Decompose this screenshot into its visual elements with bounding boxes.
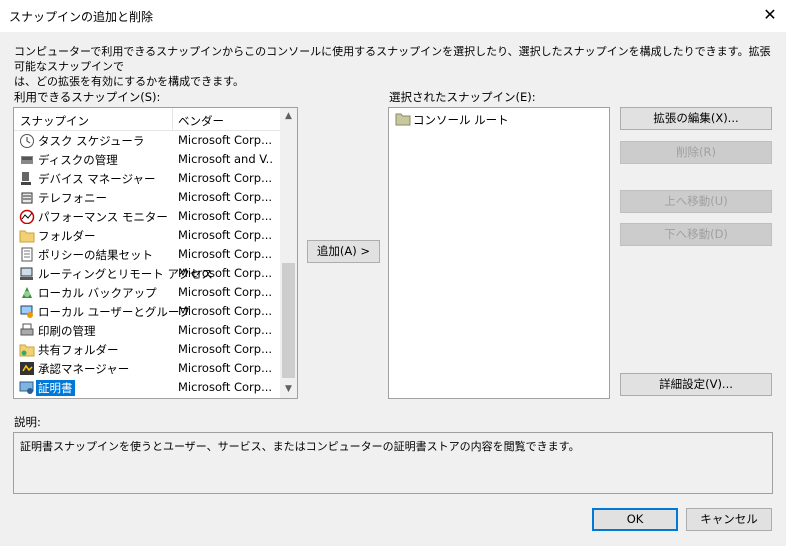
snapin-row[interactable]: 証明書 Microsoft Corp... <box>14 378 280 397</box>
snapin-row[interactable]: 印刷の管理 Microsoft Corp... <box>14 321 280 340</box>
snapin-vendor: Microsoft Corp... <box>178 342 273 356</box>
snapin-row[interactable]: フォルダー Microsoft Corp... <box>14 226 280 245</box>
snapin-row[interactable]: ポリシーの結果セット Microsoft Corp... <box>14 245 280 264</box>
intro-text: コンピューターで利用できるスナップインからこのコンソールに使用するスナップインを… <box>14 45 771 88</box>
snapin-name: パフォーマンス モニター <box>38 210 168 224</box>
disk-management-icon <box>19 152 35 167</box>
snapin-row[interactable]: ルーティングとリモート アクセス Microsoft Corp... <box>14 264 280 283</box>
description-box: 証明書スナップインを使うとユーザー、サービス、またはコンピューターの証明書ストア… <box>13 432 773 494</box>
available-snapins-label: 利用できるスナップイン(S): <box>14 90 161 104</box>
snapin-vendor: Microsoft and V... <box>178 152 274 166</box>
cancel-button[interactable]: キャンセル <box>686 508 772 531</box>
snapin-name: テレフォニー <box>38 191 107 205</box>
users-groups-icon <box>19 304 35 319</box>
ok-button[interactable]: OK <box>592 508 678 531</box>
scroll-thumb[interactable] <box>282 263 295 378</box>
snapin-vendor: Microsoft Corp... <box>178 171 273 185</box>
selected-snapins-list[interactable]: コンソール ルート <box>388 107 610 399</box>
telephony-icon <box>19 190 35 205</box>
vertical-scrollbar[interactable]: ▲ ▼ <box>280 108 297 398</box>
remove-button[interactable]: 削除(R) <box>620 141 772 164</box>
snapin-name: 印刷の管理 <box>38 324 96 338</box>
snapin-name: 共有フォルダー <box>38 343 119 357</box>
selected-snapins-label: 選択されたスナップイン(E): <box>389 90 536 104</box>
snapin-vendor: Microsoft Corp... <box>178 380 273 394</box>
snapin-row[interactable]: ディスクの管理 Microsoft and V... <box>14 150 280 169</box>
policy-document-icon <box>19 247 35 262</box>
snapin-name: 証明書 <box>36 380 75 396</box>
authorization-manager-icon <box>19 361 35 376</box>
snapin-name: ローカル ユーザーとグループ <box>38 305 191 319</box>
folder-icon <box>19 228 35 243</box>
snapin-row[interactable]: 承認マネージャー Microsoft Corp... <box>14 359 280 378</box>
move-down-button[interactable]: 下へ移動(D) <box>620 223 772 246</box>
snapin-row[interactable]: テレフォニー Microsoft Corp... <box>14 188 280 207</box>
snapin-name: タスク スケジューラ <box>38 134 145 148</box>
routing-icon <box>19 266 35 281</box>
snapin-name: デバイス マネージャー <box>38 172 156 186</box>
advanced-button[interactable]: 詳細設定(V)... <box>620 373 772 396</box>
scroll-up-icon[interactable]: ▲ <box>280 108 297 125</box>
snapin-row[interactable]: ローカル バックアップ Microsoft Corp... <box>14 283 280 302</box>
available-snapins-list[interactable]: スナップイン ベンダー タスク スケジューラ Microsoft Corp... デ… <box>13 107 298 399</box>
column-header-snapin[interactable]: スナップイン <box>20 113 89 129</box>
snapin-vendor: Microsoft Corp... <box>178 304 273 318</box>
snapin-row[interactable]: ローカル ユーザーとグループ Microsoft Corp... <box>14 302 280 321</box>
snapin-name: ポリシーの結果セット <box>38 248 153 262</box>
console-root-folder-icon <box>395 111 411 126</box>
snapin-row[interactable]: タスク スケジューラ Microsoft Corp... <box>14 131 280 150</box>
snapin-name: ディスクの管理 <box>38 153 118 167</box>
snapin-name: ローカル バックアップ <box>38 286 157 300</box>
backup-icon <box>19 285 35 300</box>
edit-extensions-button[interactable]: 拡張の編集(X)... <box>620 107 772 130</box>
performance-monitor-icon <box>19 209 35 225</box>
console-root-item[interactable]: コンソール ルート <box>413 112 509 128</box>
printer-icon <box>19 323 35 338</box>
snapin-vendor: Microsoft Corp... <box>178 285 273 299</box>
move-up-button[interactable]: 上へ移動(U) <box>620 190 772 213</box>
certificate-icon <box>19 380 35 395</box>
shared-folder-icon <box>19 342 35 357</box>
device-manager-icon <box>19 171 35 186</box>
close-icon[interactable]: ✕ <box>758 2 782 28</box>
snapin-name: 承認マネージャー <box>38 362 130 376</box>
snapin-row[interactable]: パフォーマンス モニター Microsoft Corp... <box>14 207 280 226</box>
column-header-vendor[interactable]: ベンダー <box>178 113 224 129</box>
snapin-vendor: Microsoft Corp... <box>178 361 273 375</box>
snapin-vendor: Microsoft Corp... <box>178 323 273 337</box>
snapin-vendor: Microsoft Corp... <box>178 133 273 147</box>
window-title: スナップインの追加と削除 <box>9 10 154 24</box>
description-label: 説明: <box>14 415 41 429</box>
snapin-vendor: Microsoft Corp... <box>178 209 273 223</box>
snapin-name: フォルダー <box>38 229 96 243</box>
scroll-down-icon[interactable]: ▼ <box>280 381 297 398</box>
add-button[interactable]: 追加(A) > <box>307 240 380 263</box>
clock-icon <box>19 133 35 148</box>
snapin-row[interactable]: デバイス マネージャー Microsoft Corp... <box>14 169 280 188</box>
snapin-vendor: Microsoft Corp... <box>178 190 273 204</box>
list-header: スナップイン ベンダー <box>14 108 280 131</box>
column-divider[interactable] <box>172 108 173 130</box>
snapin-vendor: Microsoft Corp... <box>178 266 273 280</box>
snapin-vendor: Microsoft Corp... <box>178 228 273 242</box>
snapin-vendor: Microsoft Corp... <box>178 247 273 261</box>
snapin-row[interactable]: 共有フォルダー Microsoft Corp... <box>14 340 280 359</box>
description-text: 証明書スナップインを使うとユーザー、サービス、またはコンピューターの証明書ストア… <box>20 440 580 453</box>
